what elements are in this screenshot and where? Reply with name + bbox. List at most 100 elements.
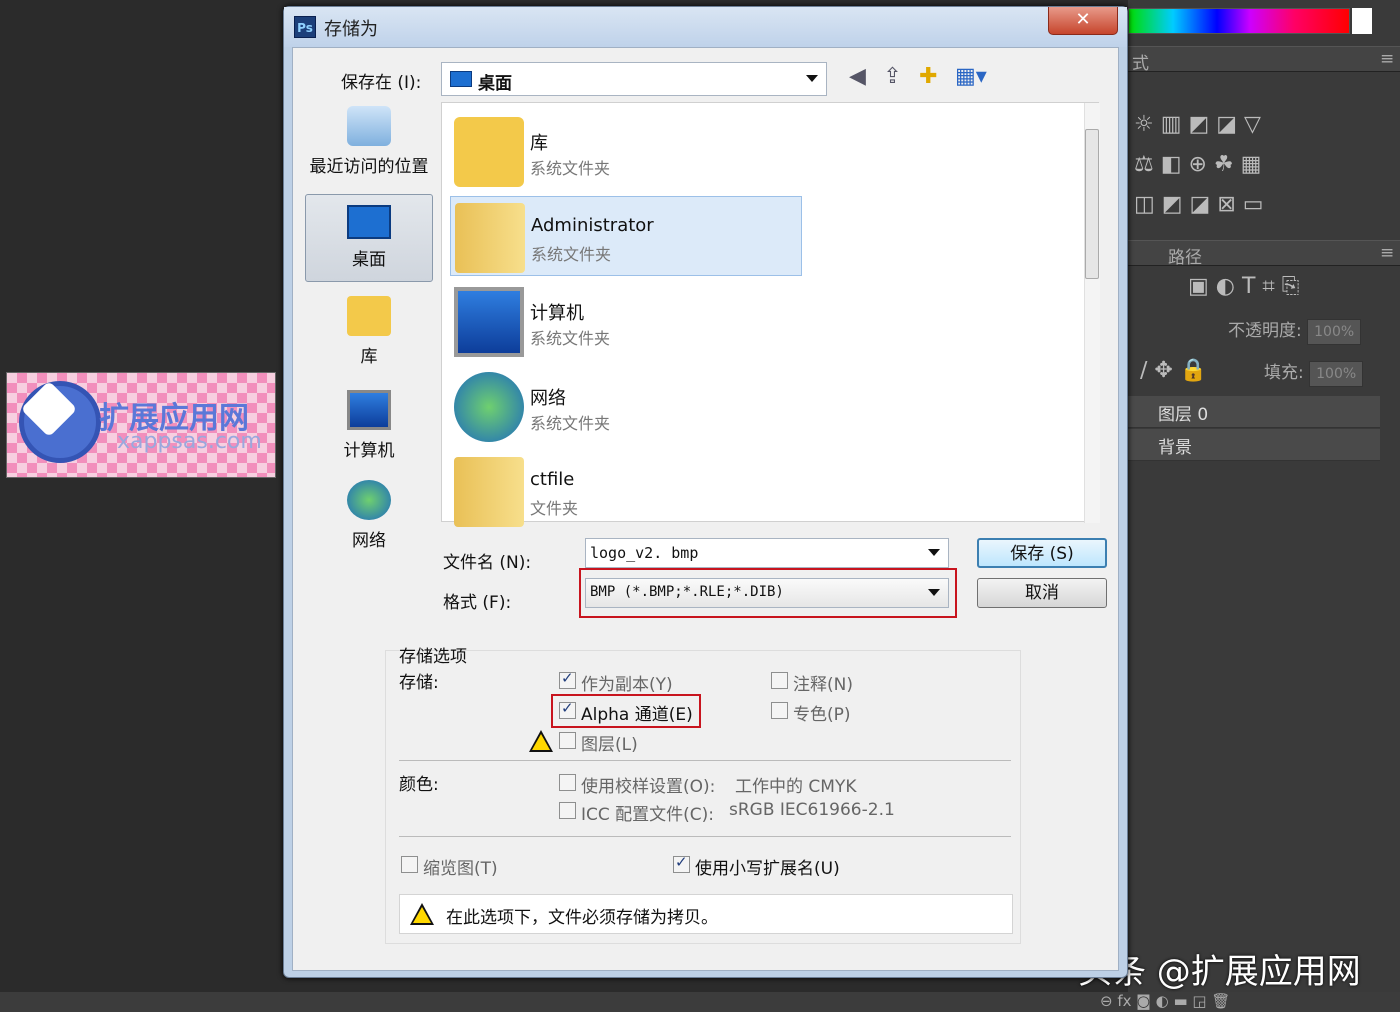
dialog-title: 存储为 (324, 19, 378, 40)
fill-control: 填充: 100% (1264, 358, 1364, 387)
thumbnail-checkbox[interactable] (401, 856, 418, 873)
cancel-button[interactable]: 取消 (977, 578, 1107, 608)
filename-value: logo_v2. bmp (590, 544, 699, 562)
icc-profile-checkbox[interactable] (559, 802, 576, 819)
computer-icon (454, 287, 524, 357)
libraries-icon (454, 117, 524, 187)
logo-subtitle: xappsas.com (117, 429, 262, 454)
file-name: ctfile (530, 469, 575, 490)
layer-name: 背景 (1158, 438, 1192, 458)
save-as-dialog: Ps 存储为 ✕ 保存在 (I): 桌面 ◀ ⇪ ✚ ▦▾ 最近访问的位置 桌面 (283, 6, 1128, 978)
chevron-down-icon (928, 549, 940, 556)
canvas-logo-image: 扩展应用网 xappsas.com (6, 372, 276, 478)
notes-label: 注释(N) (793, 675, 853, 695)
place-computer[interactable]: 计算机 (305, 390, 433, 461)
lowercase-extension-label: 使用小写扩展名(U) (695, 859, 840, 879)
layer-row-0[interactable]: 图层 0 (1128, 396, 1380, 428)
close-button[interactable]: ✕ (1048, 7, 1118, 35)
file-type: 系统文件夹 (530, 159, 611, 178)
lock-icons: ∕ ✥ 🔒 (1140, 358, 1207, 383)
tab-styles-fragment[interactable]: 式 (1132, 49, 1149, 74)
panel-menu-icon[interactable]: ≡ (1380, 243, 1394, 263)
icc-profile-value: sRGB IEC61966-2.1 (729, 800, 895, 820)
title-bar[interactable]: Ps 存储为 ✕ (284, 7, 1127, 47)
tab-paths[interactable]: 路径 (1168, 243, 1202, 268)
place-label: 库 (360, 347, 378, 367)
photoshop-bottom-bar: ⊖ fx ◙ ◐ ▬ ◲ 🗑 (0, 992, 1400, 1012)
navigation-toolbar: ◀ ⇪ ✚ ▦▾ (849, 64, 987, 89)
back-icon[interactable]: ◀ (849, 64, 866, 89)
place-network[interactable]: 网络 (305, 480, 433, 551)
scrollbar-thumb[interactable] (1085, 129, 1099, 279)
proof-setup-checkbox[interactable] (559, 774, 576, 791)
list-item[interactable]: 计算机 系统文件夹 (450, 281, 802, 361)
white-swatch[interactable] (1352, 8, 1372, 34)
color-spectrum[interactable] (1128, 8, 1350, 34)
styles-panel-tab[interactable]: 式 ≡ (1128, 46, 1400, 74)
file-type: 系统文件夹 (531, 245, 612, 264)
adjustment-icons-row-1: ☼ ▥ ◩ ◪ ▽ (1134, 112, 1261, 137)
file-name: Administrator (531, 215, 654, 236)
fill-input[interactable]: 100% (1309, 361, 1364, 387)
notes-checkbox[interactable] (771, 672, 788, 689)
user-folder-icon (455, 203, 525, 273)
layers-checkbox[interactable] (559, 732, 576, 749)
opacity-input[interactable]: 100% (1307, 319, 1362, 345)
libraries-icon (347, 296, 391, 336)
up-folder-icon[interactable]: ⇪ (883, 64, 901, 89)
filename-input[interactable]: logo_v2. bmp (585, 538, 949, 568)
layer-actions-icons[interactable]: ⊖ fx ◙ ◐ ▬ ◲ 🗑 (1100, 992, 1230, 1010)
places-bar: 最近访问的位置 桌面 库 计算机 网络 (305, 100, 435, 551)
photoshop-app-icon: Ps (294, 16, 316, 38)
recent-places-icon (347, 106, 391, 146)
save-in-label: 保存在 (I): (341, 73, 422, 93)
icc-profile-label: ICC 配置文件(C): (581, 805, 715, 825)
list-item[interactable]: 网络 系统文件夹 (450, 366, 802, 446)
spot-color-label: 专色(P) (793, 705, 851, 725)
notice-text: 在此选项下，文件必须存储为拷贝。 (446, 908, 718, 928)
as-copy-label: 作为副本(Y) (581, 675, 673, 695)
brightness-icon[interactable]: ☼ ▥ ◩ ◪ ▽ (1134, 112, 1261, 137)
opacity-label: 不透明度: (1228, 321, 1302, 341)
view-menu-icon[interactable]: ▦▾ (955, 64, 987, 89)
thumbnail-label: 缩览图(T) (423, 859, 498, 879)
place-libraries[interactable]: 库 (305, 296, 433, 367)
filter-image-icon[interactable]: ▣ ◐ T ⌗ ⎘ (1188, 274, 1299, 299)
layer-row-background[interactable]: 背景 (1128, 429, 1380, 461)
network-globe-icon (454, 372, 524, 442)
alpha-channel-checkbox[interactable] (559, 699, 576, 719)
divider (399, 836, 1011, 837)
filename-label: 文件名 (N): (443, 553, 532, 573)
new-folder-icon[interactable]: ✚ (919, 64, 937, 89)
spot-color-checkbox[interactable] (771, 702, 788, 719)
place-label: 网络 (352, 531, 386, 551)
computer-icon (347, 390, 391, 430)
invert-icon[interactable]: ◫ ◩ ◪ ⊠ ▭ (1134, 192, 1264, 217)
place-label: 最近访问的位置 (309, 157, 429, 177)
store-label: 存储: (399, 673, 439, 693)
balance-icon[interactable]: ⚖ ◧ ⊕ ☘ ▦ (1134, 152, 1261, 177)
place-desktop[interactable]: 桌面 (305, 194, 433, 282)
as-copy-checkbox[interactable] (559, 669, 576, 689)
lock-icon[interactable]: ∕ ✥ 🔒 (1140, 358, 1207, 383)
file-name: 计算机 (530, 303, 584, 324)
proof-setup-value: 工作中的 CMYK (735, 777, 857, 797)
fill-label: 填充: (1264, 363, 1304, 383)
warning-icon (529, 730, 553, 757)
place-recent[interactable]: 最近访问的位置 (305, 106, 433, 186)
format-label: 格式 (F): (443, 593, 512, 613)
color-label: 颜色: (399, 775, 439, 795)
lowercase-extension-checkbox[interactable] (673, 853, 690, 873)
save-in-dropdown[interactable]: 桌面 (441, 62, 827, 96)
list-item[interactable]: 库 系统文件夹 (450, 111, 802, 191)
format-dropdown[interactable]: BMP (*.BMP;*.RLE;*.DIB) (585, 578, 949, 608)
list-item[interactable]: Administrator 系统文件夹 (450, 196, 802, 276)
panel-menu-icon[interactable]: ≡ (1380, 49, 1394, 69)
save-button[interactable]: 保存 (S) (977, 538, 1107, 568)
notice-box: 在此选项下，文件必须存储为拷贝。 (399, 894, 1013, 934)
save-options-title: 存储选项 (399, 647, 467, 667)
file-name: 库 (530, 133, 548, 154)
dialog-body: 保存在 (I): 桌面 ◀ ⇪ ✚ ▦▾ 最近访问的位置 桌面 库 计算机 网络… (292, 47, 1119, 971)
proof-setup-label: 使用校样设置(O): (581, 777, 716, 797)
list-item[interactable]: ctfile 文件夹 (450, 451, 802, 531)
